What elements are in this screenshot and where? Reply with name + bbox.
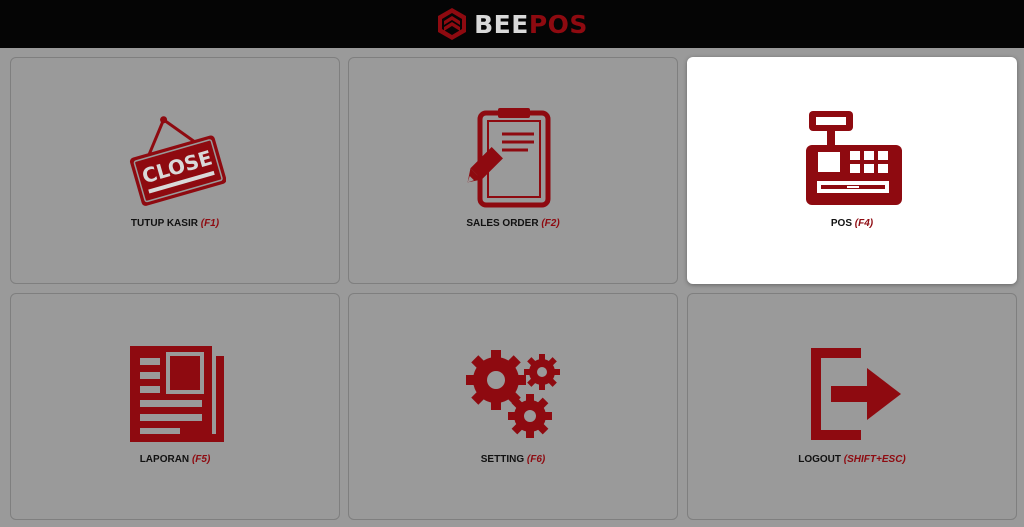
tile-label-text: LOGOUT	[798, 454, 842, 465]
report-document-icon	[130, 346, 224, 442]
brand-name: BEEPOS	[474, 12, 588, 37]
tile-label-text: LAPORAN	[139, 454, 190, 465]
tile-shortcut: (SHIFT+ESC)	[843, 454, 906, 465]
tile-tutup-kasir[interactable]: CLOSE TUTUP KASIR (F1)	[10, 57, 340, 284]
close-sign-icon: CLOSE	[129, 116, 226, 206]
brand-logo: BEEPOS	[436, 7, 588, 41]
tile-label-laporan: LAPORAN (F5)	[11, 454, 339, 465]
tile-setting[interactable]: SETTING (F6)	[348, 293, 678, 520]
tile-shortcut: (F6)	[526, 454, 546, 465]
gears-icon	[466, 350, 560, 438]
hexagon-chevron-icon	[438, 8, 467, 40]
top-bar: BEEPOS	[0, 0, 1024, 48]
tile-shortcut: (F1)	[200, 218, 220, 229]
tile-label-text: SETTING	[480, 454, 525, 465]
tile-laporan[interactable]: LAPORAN (F5)	[10, 293, 340, 520]
brand-name-bee: BEE	[474, 9, 529, 39]
tile-label-pos: POS (F4)	[688, 218, 1016, 229]
clipboard-pen-icon	[467, 108, 551, 208]
tile-shortcut: (F5)	[191, 454, 211, 465]
tile-shortcut: (F4)	[854, 218, 874, 229]
tile-logout[interactable]: LOGOUT (SHIFT+ESC)	[687, 293, 1017, 520]
logout-icon	[811, 348, 901, 440]
tile-label-text: SALES ORDER	[466, 218, 539, 229]
tile-label-logout: LOGOUT (SHIFT+ESC)	[688, 454, 1016, 465]
cash-register-icon	[806, 111, 902, 205]
tile-label-tutup-kasir: TUTUP KASIR (F1)	[11, 218, 339, 229]
tile-sales-order[interactable]: SALES ORDER (F2)	[348, 57, 678, 284]
tile-pos[interactable]: POS (F4)	[687, 57, 1017, 284]
tile-label-text: POS	[830, 218, 852, 229]
tile-shortcut: (F2)	[541, 218, 560, 229]
tile-label-setting: SETTING (F6)	[349, 454, 677, 465]
tile-label-text: TUTUP KASIR	[130, 218, 198, 229]
tile-label-sales-order: SALES ORDER (F2)	[349, 218, 677, 229]
brand-name-pos: POS	[528, 9, 588, 39]
